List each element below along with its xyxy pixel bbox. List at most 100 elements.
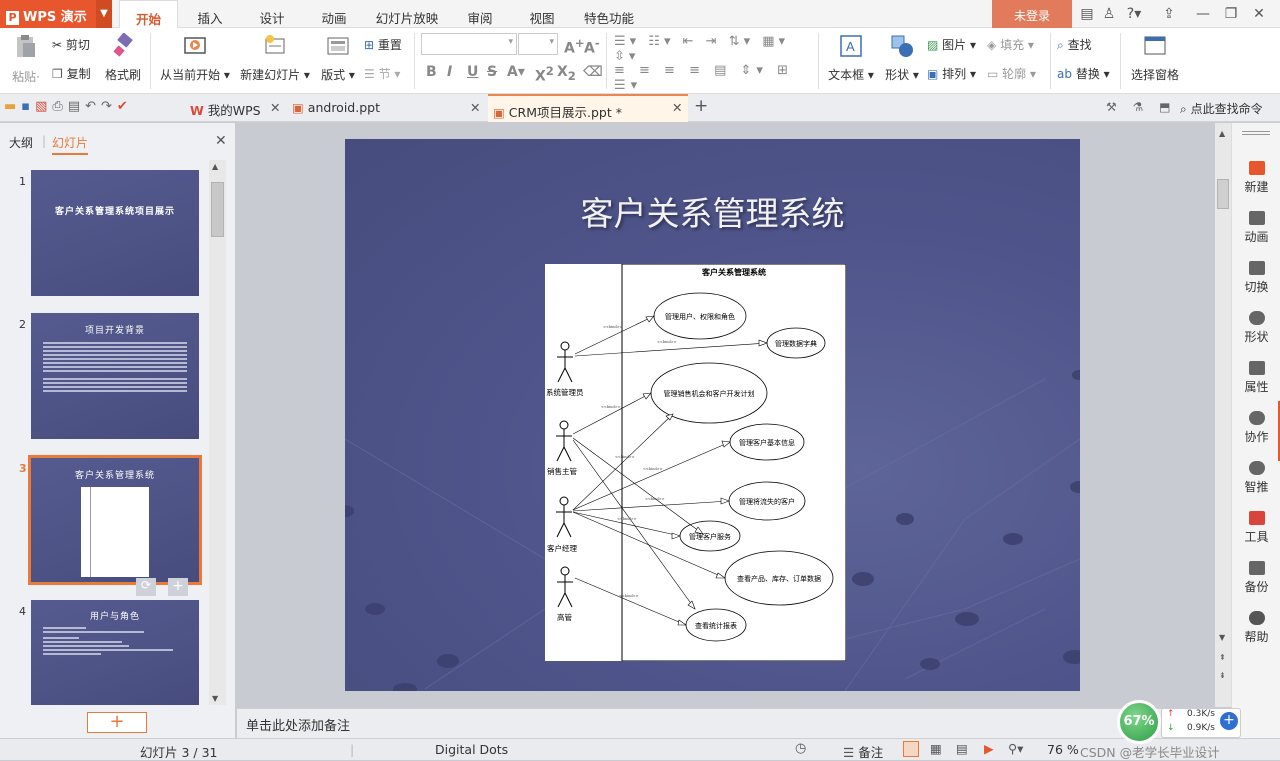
arrange-button[interactable]: ▣ 排列 ▾ [927,65,976,82]
close-tab-icon[interactable]: ✕ [270,94,286,122]
cut-button[interactable]: ✂ 剪切 [52,36,90,53]
tab-home[interactable]: 开始 [119,0,178,29]
open-folder-icon[interactable]: ▬ [4,99,21,114]
italic-icon[interactable]: I [447,64,452,80]
pin-icon[interactable]: ✔ [117,99,133,114]
slide-thumbnail-2[interactable]: 项目开发背景 [31,313,199,439]
slide-3[interactable]: 客户关系管理系统 客户关系管理系统 系统管理员 销售主管 客户经理 高管 管理用… [345,139,1080,691]
prev-slide-icon[interactable]: ⇞ [1219,653,1226,662]
scrollbar-thumb[interactable] [1217,179,1229,209]
picture-button[interactable]: ▨ 图片 ▾ [927,36,976,53]
network-speed-widget[interactable]: 67% ↑ 0.3K/s ↓ 0.9K/s + [1117,700,1243,752]
slide-thumbnail-4[interactable]: 用户与角色 [31,600,199,705]
tab-slides[interactable]: 幻灯片 [52,134,89,155]
from-current-button[interactable]: 从当前开始 ▾ [158,33,232,89]
location-icon[interactable]: ⚲▾ [1008,741,1023,756]
grow-font-icon[interactable]: A+ [564,36,585,57]
tab-view[interactable]: 视图 [514,0,570,28]
font-size-select[interactable]: ▾ [518,33,558,55]
add-plus-icon[interactable]: + [1220,712,1238,730]
task-animation-button[interactable]: 动画 [1232,211,1280,245]
fill-button[interactable]: ◈ 填充 ▾ [987,36,1034,53]
scrollbar-thumb[interactable] [211,182,224,237]
slide-thumbnail-1[interactable]: 客户关系管理系统项目展示 [31,170,199,296]
memory-usage-ball[interactable]: 67% [1117,700,1161,744]
task-shape-button[interactable]: 形状 [1232,311,1280,345]
subscript-icon[interactable]: X2 [557,64,576,83]
task-collab-button[interactable]: 协作 [1232,411,1280,445]
print-icon[interactable]: ⎙ [52,99,67,114]
paste-button[interactable]: 粘贴· [8,33,44,89]
task-backup-button[interactable]: 备份 [1232,561,1280,595]
use-case-diagram[interactable]: 客户关系管理系统 系统管理员 销售主管 客户经理 高管 管理用户、权限和角色 管… [545,263,847,662]
app-menu-dropdown-icon[interactable]: ▼ [96,0,112,28]
doc-tab-crm[interactable]: ▣ CRM项目展示.ppt * [488,94,688,122]
new-tab-icon[interactable]: + [694,94,710,122]
reset-button[interactable]: ⊞ 重置 [364,36,402,53]
help-dropdown-icon[interactable]: ?▾ [1120,0,1148,28]
task-help-button[interactable]: 帮助 [1232,611,1280,645]
new-slide-button[interactable]: 新建幻灯片 ▾ [238,33,312,89]
notes-pane[interactable]: 单击此处添加备注 [237,708,1231,738]
shrink-font-icon[interactable]: A- [584,36,600,57]
superscript-icon[interactable]: X2 [535,64,554,85]
add-slide-button[interactable]: + [87,712,147,733]
normal-view-icon[interactable] [903,741,919,757]
slide-thumbnail-3[interactable]: 客户关系管理系统 [28,455,202,585]
close-tab-icon[interactable]: ✕ [470,94,486,122]
font-name-select[interactable]: ▾ [421,33,517,55]
undo-icon[interactable]: ↶ [85,99,101,114]
redo-icon[interactable]: ↷ [101,99,117,114]
font-color-icon[interactable]: A▾ [507,64,525,80]
task-recommend-button[interactable]: 智推 [1232,461,1280,495]
slide-sorter-icon[interactable]: ▦ [930,741,942,756]
textbox-button[interactable]: A 文本框 ▾ [826,33,876,89]
copy-button[interactable]: ❐ 复制 [52,65,91,82]
reading-view-icon[interactable]: ▤ [956,741,968,756]
replace-button[interactable]: ab 替换 ▾ [1057,65,1110,82]
maximize-icon[interactable]: ❐ [1218,0,1244,28]
save-icon[interactable]: ▪ [21,99,35,114]
scroll-down-icon[interactable]: ▼ [212,694,218,703]
minimize-icon[interactable]: — [1190,0,1216,28]
task-transition-button[interactable]: 切换 [1232,261,1280,295]
find-button[interactable]: ⌕ 查找 [1057,36,1092,53]
format-painter-button[interactable]: 格式刷 [104,32,142,89]
section-button[interactable]: ☰ 节 ▾ [364,65,400,82]
pdf-icon[interactable]: ▧ [35,99,52,114]
scroll-up-icon[interactable]: ▲ [1219,129,1225,138]
underline-icon[interactable]: U [467,64,478,80]
login-button[interactable]: 未登录 [992,0,1072,28]
tab-animation[interactable]: 动画 [306,0,362,28]
tab-insert[interactable]: 插入 [182,0,238,28]
canvas-scrollbar[interactable]: ▲ ▼ ⇞ ⇟ [1215,123,1231,707]
shirt-icon[interactable]: ♙ [1096,0,1122,28]
task-tools-button[interactable]: 工具 [1232,511,1280,545]
close-panel-icon[interactable]: ✕ [215,133,227,149]
layout-button[interactable]: 版式 ▾ [318,33,358,89]
next-slide-icon[interactable]: ⇟ [1219,671,1226,680]
thumbnail-scrollbar[interactable]: ▲ ▼ [209,160,226,705]
slide-title[interactable]: 客户关系管理系统 [345,187,1080,235]
tab-bar-tools[interactable]: ⚒ ⚗ ⬒ [1106,100,1176,114]
thumb-action-icon[interactable]: ⟳ [136,578,156,596]
close-window-icon[interactable]: ✕ [1246,0,1272,28]
clock-icon[interactable]: ◷ [795,741,806,756]
preview-icon[interactable]: ▤ [68,99,85,114]
tab-slideshow[interactable]: 幻灯片放映 [368,0,446,28]
tab-review[interactable]: 审阅 [452,0,508,28]
shape-button[interactable]: 形状 ▾ [882,33,922,89]
play-slideshow-icon[interactable]: ▶ [984,741,994,756]
thumb-add-icon[interactable]: + [168,578,188,596]
bold-icon[interactable]: B [426,64,437,80]
task-properties-button[interactable]: 属性 [1232,361,1280,395]
close-tab-icon[interactable]: ✕ [672,94,688,122]
zoom-level[interactable]: 76 % [1047,742,1079,757]
restore-up-icon[interactable]: ⇪ [1156,0,1182,28]
command-search[interactable]: ⌕ 点此查找命令 [1180,100,1263,117]
scroll-down-icon[interactable]: ▼ [1219,633,1225,642]
wps-app-menu-button[interactable]: P WPS 演示 [0,0,96,28]
paragraph-align-tools[interactable]: ≡ ≡ ≡ ≡ ▤ ⇕▾ ⊞ ☰▾ [614,63,814,93]
tab-design[interactable]: 设计 [244,0,300,28]
doc-tab-android[interactable]: ▣ android.ppt [292,94,484,122]
